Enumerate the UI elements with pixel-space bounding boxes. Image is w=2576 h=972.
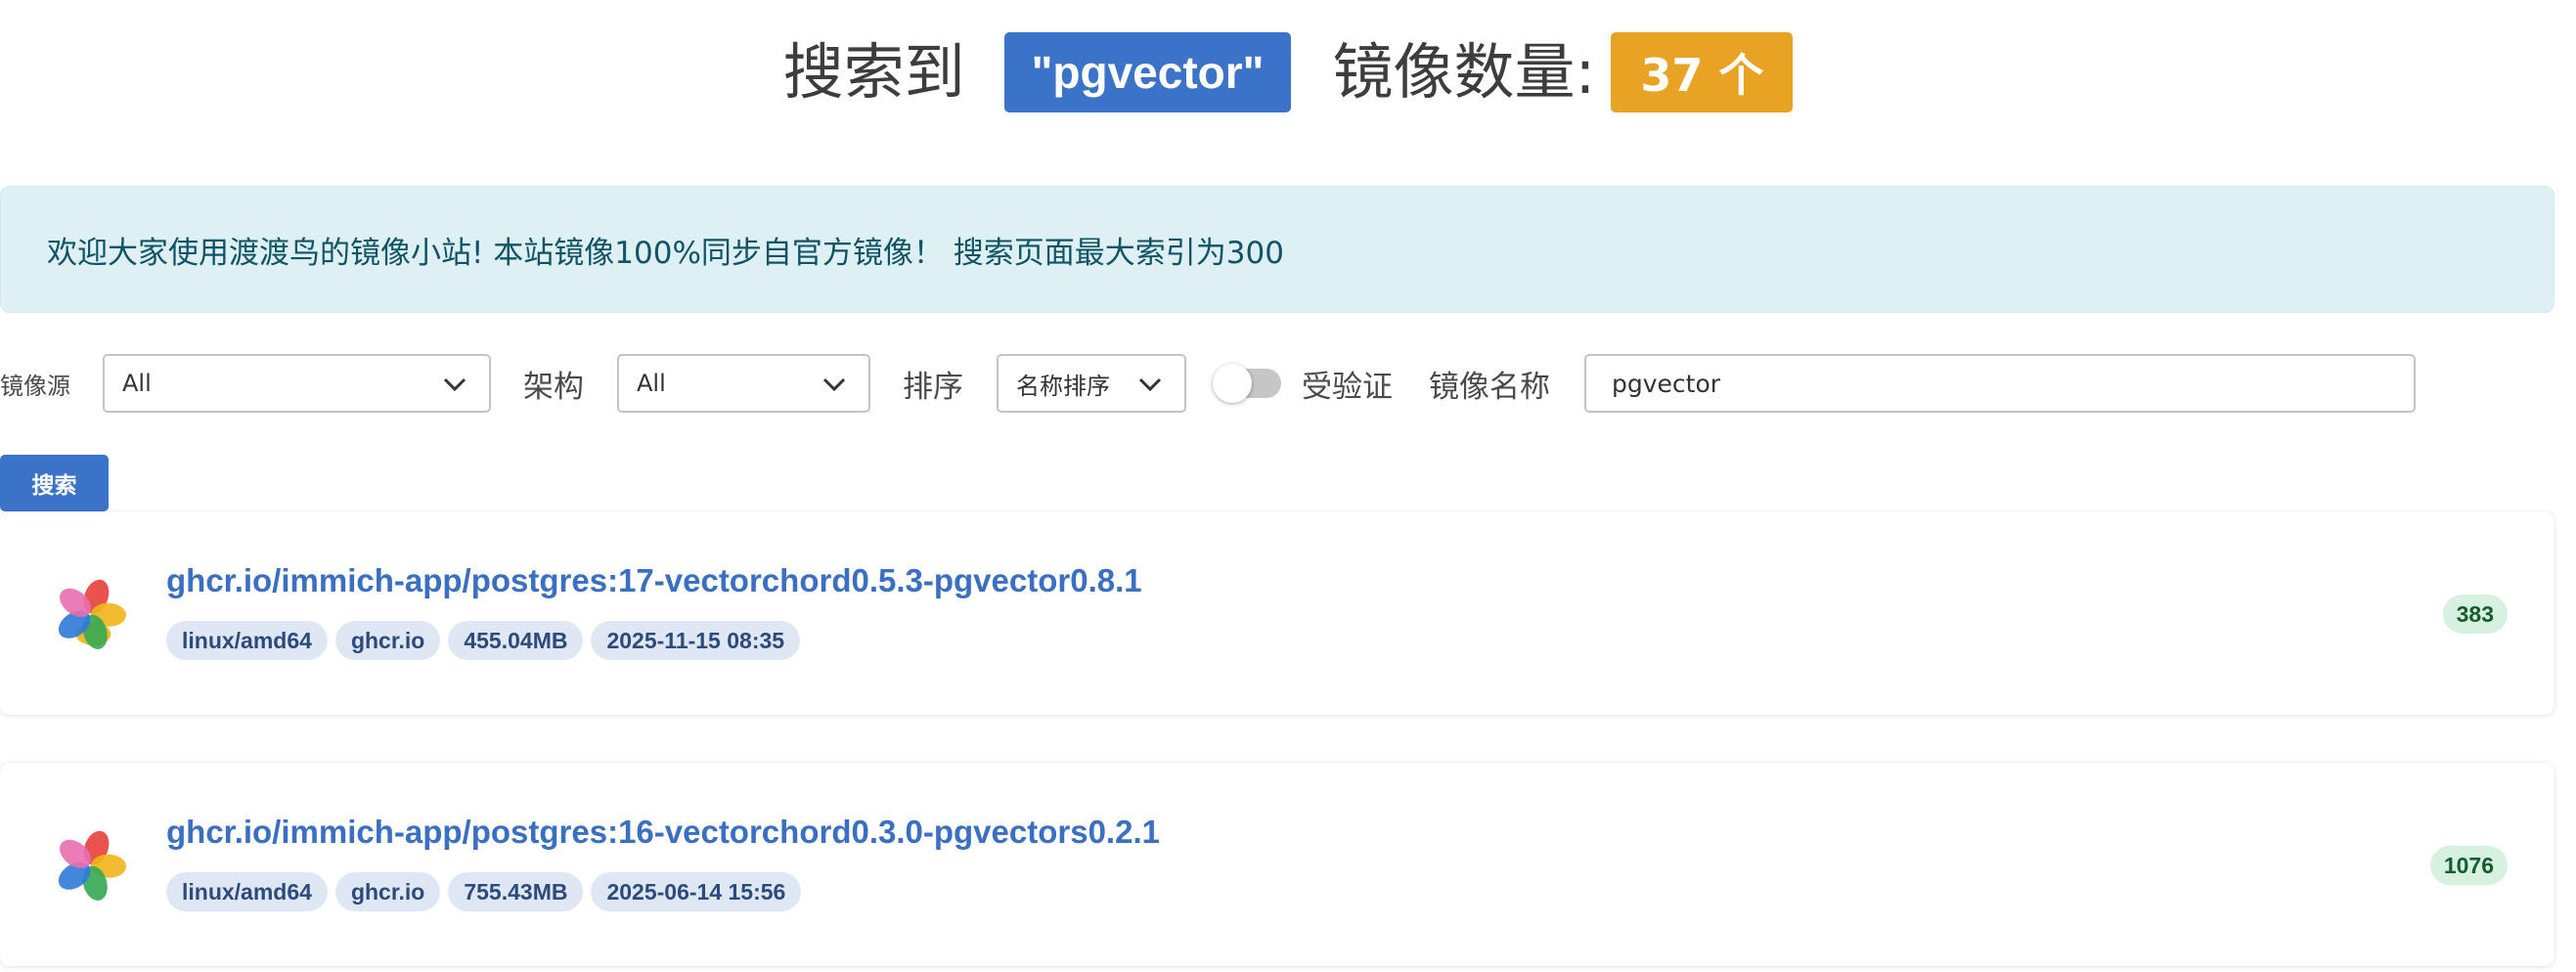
chevron-down-icon	[1138, 377, 1162, 392]
search-summary-heading: 搜索到 "pgvector" 镜像数量: 37 个	[0, 27, 2576, 117]
verified-toggle[interactable]	[1213, 364, 1281, 403]
updated-tag: 2025-06-14 15:56	[591, 872, 802, 911]
size-tag: 455.04MB	[448, 621, 584, 660]
sort-select[interactable]: 名称排序	[997, 354, 1186, 413]
image-title-link[interactable]: ghcr.io/immich-app/postgres:16-vectorcho…	[166, 814, 1160, 851]
registry-tag: ghcr.io	[334, 621, 441, 660]
pull-count-badge: 1076	[2429, 846, 2508, 885]
image-tags: linux/amd64 ghcr.io 755.43MB 2025-06-14 …	[166, 872, 802, 911]
source-label: 镜像源	[0, 372, 70, 400]
source-select-value: All	[122, 370, 152, 397]
search-button[interactable]: 搜索	[0, 455, 109, 511]
arch-label: 架构	[523, 369, 584, 405]
image-tags: linux/amd64 ghcr.io 455.04MB 2025-11-15 …	[166, 621, 801, 660]
result-card[interactable]: ghcr.io/immich-app/postgres:16-vectorcho…	[0, 763, 2554, 966]
image-name-input[interactable]: pgvector	[1584, 354, 2416, 413]
pinwheel-logo-icon	[58, 579, 126, 649]
pull-count-badge: 383	[2442, 595, 2508, 634]
registry-tag: ghcr.io	[334, 872, 441, 911]
source-select[interactable]: All	[103, 354, 491, 413]
platform-tag: linux/amd64	[166, 621, 328, 660]
arch-select[interactable]: All	[617, 354, 870, 413]
result-card[interactable]: ghcr.io/immich-app/postgres:17-vectorcho…	[0, 511, 2554, 715]
sort-label: 排序	[903, 369, 963, 405]
toggle-knob	[1213, 364, 1252, 403]
image-name-label: 镜像名称	[1429, 369, 1550, 405]
chevron-down-icon	[443, 377, 466, 392]
query-badge: "pgvector"	[1003, 32, 1292, 112]
heading-prefix: 搜索到	[782, 36, 965, 108]
welcome-notice: 欢迎大家使用渡渡鸟的镜像小站! 本站镜像100%同步自官方镜像！ 搜索页面最大索…	[0, 186, 2554, 313]
image-title-link[interactable]: ghcr.io/immich-app/postgres:17-vectorcho…	[166, 562, 1142, 599]
chevron-down-icon	[822, 377, 846, 392]
platform-tag: linux/amd64	[166, 872, 328, 911]
pinwheel-logo-icon	[58, 830, 126, 901]
sort-select-value: 名称排序	[1016, 372, 1110, 400]
arch-select-value: All	[637, 370, 666, 397]
updated-tag: 2025-11-15 08:35	[591, 621, 801, 660]
size-tag: 755.43MB	[448, 872, 584, 911]
verified-label: 受验证	[1302, 369, 1393, 405]
count-label: 镜像数量:	[1332, 36, 1596, 108]
filter-bar: 镜像源 All 架构 All 排序 名称排序 受验证 镜像名称 pgvector	[0, 354, 2576, 413]
result-count-badge: 37 个	[1611, 32, 1794, 112]
